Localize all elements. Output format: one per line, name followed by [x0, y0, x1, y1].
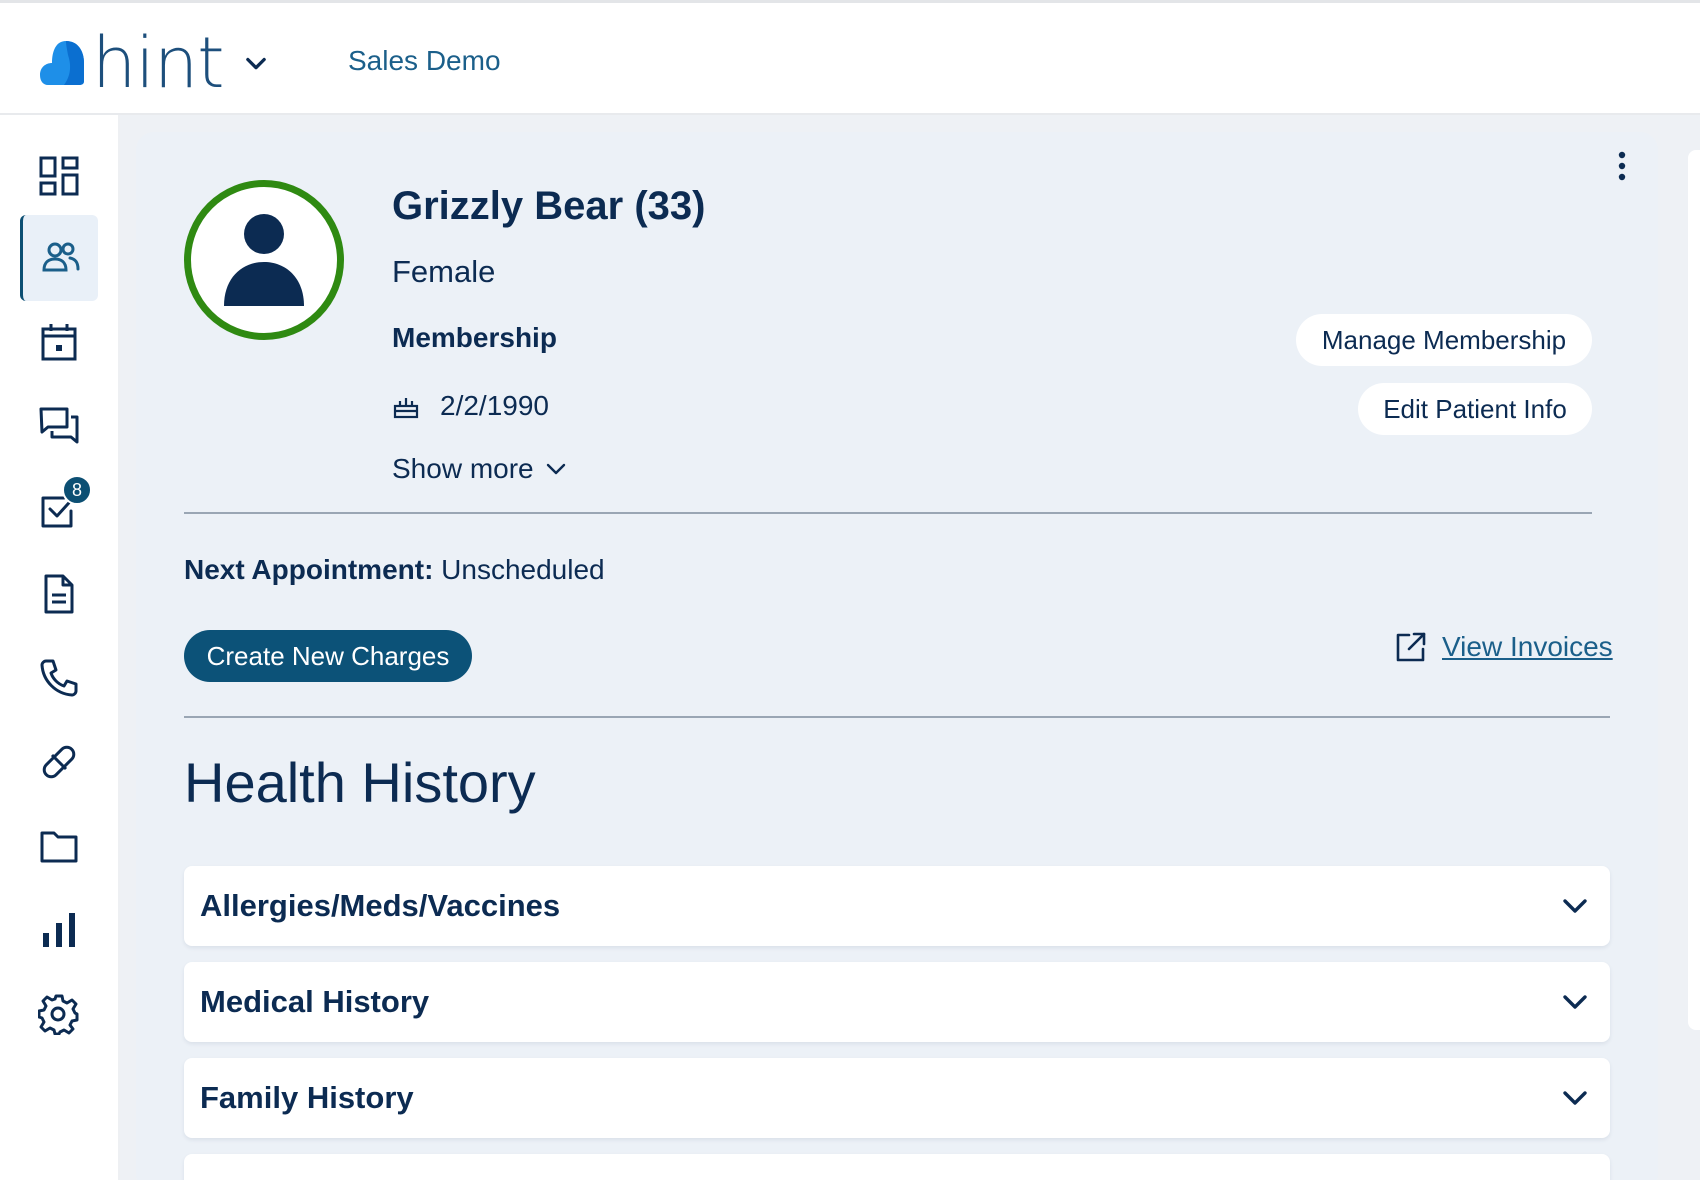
- create-new-charges-button[interactable]: Create New Charges: [184, 630, 472, 682]
- view-invoices-label: View Invoices: [1442, 631, 1613, 662]
- calendar-icon: [41, 324, 77, 361]
- next-appointment-value: Unscheduled: [441, 554, 605, 585]
- people-icon: [41, 242, 79, 272]
- top-bar: hint Sales Demo: [0, 0, 1700, 115]
- sidebar-item-settings[interactable]: [20, 971, 98, 1057]
- accordion-partial[interactable]: [184, 1154, 1610, 1180]
- next-appointment: Next Appointment: Unscheduled: [184, 554, 605, 586]
- divider: [184, 716, 1610, 718]
- sidebar-item-dashboard[interactable]: [20, 133, 98, 219]
- sidebar-nav: 8: [0, 115, 120, 1180]
- accordion-family-history[interactable]: Family History: [184, 1058, 1610, 1138]
- sidebar-item-messages[interactable]: [20, 383, 98, 469]
- more-options-icon[interactable]: [1612, 150, 1632, 182]
- patient-avatar: [184, 180, 344, 340]
- person-icon: [224, 214, 304, 306]
- show-more-label: Show more: [392, 453, 534, 484]
- chat-icon: [39, 407, 79, 444]
- tasks-count-badge: 8: [62, 475, 92, 505]
- sidebar-item-phone[interactable]: [20, 635, 98, 721]
- sidebar-item-medications[interactable]: [20, 719, 98, 805]
- divider: [184, 512, 1592, 514]
- folder-icon: [40, 831, 78, 863]
- document-icon: [44, 574, 74, 614]
- accordion-title: Allergies/Meds/Vaccines: [200, 888, 561, 923]
- sidebar-item-patients[interactable]: [20, 215, 98, 301]
- view-invoices-link[interactable]: View Invoices: [1394, 630, 1613, 664]
- bar-chart-icon: [43, 913, 75, 947]
- chevron-down-icon: [546, 463, 565, 475]
- health-history-title: Health History: [184, 751, 536, 814]
- chevron-down-icon[interactable]: [242, 49, 270, 77]
- sidebar-item-files[interactable]: [20, 803, 98, 889]
- chevron-down-icon: [1563, 1091, 1587, 1105]
- manage-membership-button[interactable]: Manage Membership: [1296, 314, 1592, 366]
- date-of-birth: 2/2/1990: [392, 390, 549, 422]
- show-more-toggle[interactable]: Show more: [392, 453, 568, 485]
- organization-name[interactable]: Sales Demo: [348, 45, 501, 77]
- dob-value: 2/2/1990: [440, 390, 549, 421]
- sidebar-item-documents[interactable]: [20, 551, 98, 637]
- phone-icon: [40, 659, 78, 697]
- birthday-cake-icon: [393, 398, 419, 419]
- accordion-title: Medical History: [200, 984, 430, 1019]
- accordion-title: Family History: [200, 1080, 414, 1115]
- patient-sex: Female: [392, 254, 496, 289]
- hint-logo-icon: [38, 37, 88, 89]
- sidebar-item-reports[interactable]: [20, 887, 98, 973]
- gear-icon: [38, 994, 79, 1035]
- accordion-allergies-meds-vaccines[interactable]: Allergies/Meds/Vaccines: [184, 866, 1610, 946]
- external-link-icon: [1396, 632, 1426, 662]
- membership-label: Membership: [392, 322, 557, 353]
- patient-name: Grizzly Bear (33): [392, 184, 706, 228]
- chevron-down-icon: [1563, 899, 1587, 913]
- dashboard-icon: [39, 156, 79, 196]
- right-panel-edge: [1688, 150, 1700, 1030]
- edit-patient-info-button[interactable]: Edit Patient Info: [1358, 383, 1592, 435]
- next-appointment-label: Next Appointment:: [184, 554, 434, 585]
- accordion-medical-history[interactable]: Medical History: [184, 962, 1610, 1042]
- logo-text: hint: [92, 22, 225, 104]
- chevron-down-icon: [1563, 995, 1587, 1009]
- sidebar-item-calendar[interactable]: [20, 299, 98, 385]
- app-logo[interactable]: hint: [38, 22, 270, 104]
- sidebar-item-tasks[interactable]: 8: [20, 467, 98, 553]
- pill-icon: [42, 745, 76, 779]
